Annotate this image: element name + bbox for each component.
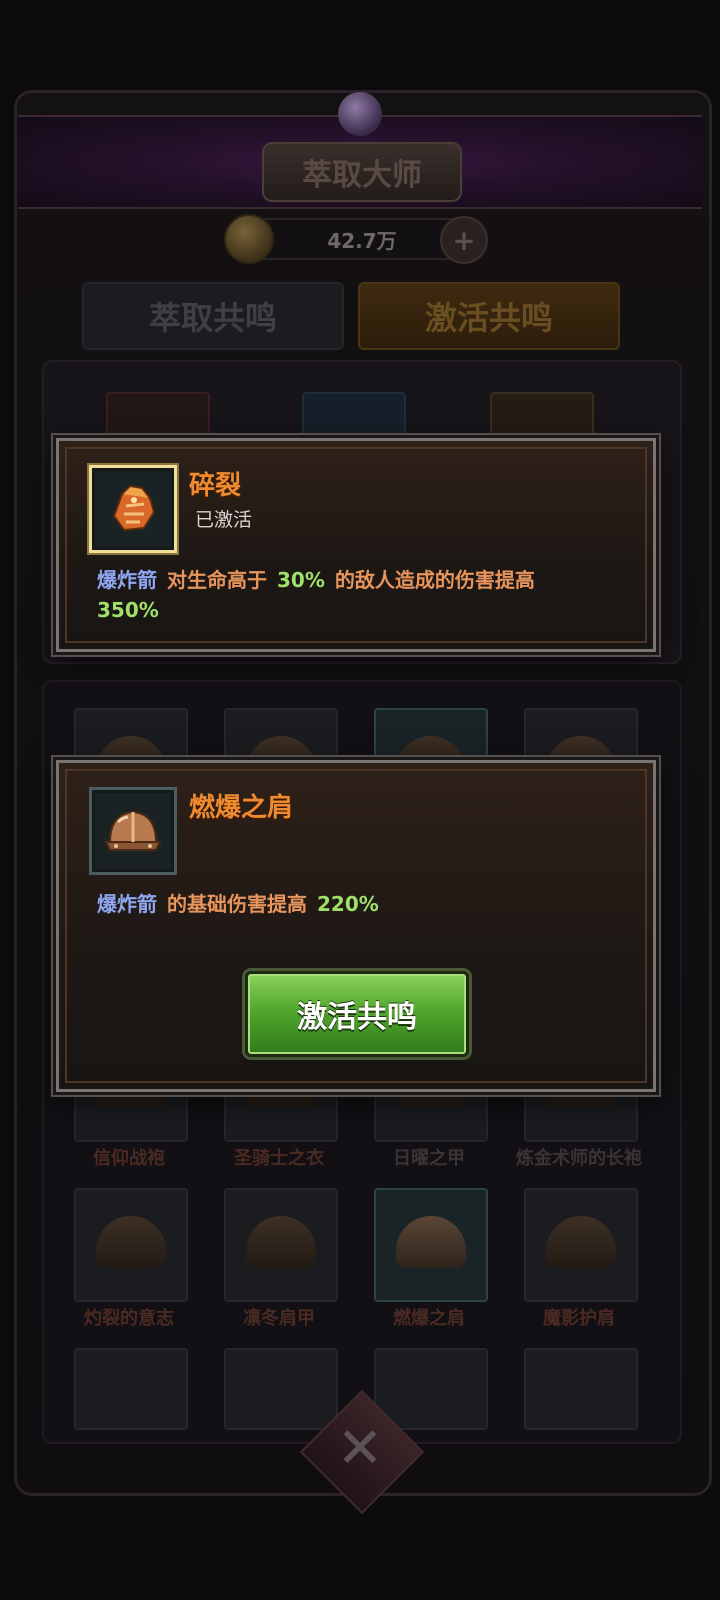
grid-slot[interactable] [224, 1348, 338, 1430]
card-title: 燃爆之肩 [189, 793, 294, 823]
gauntlet-icon [112, 484, 156, 532]
grid-slot-selected[interactable] [374, 1188, 488, 1302]
skill-keyword: 爆炸箭 [97, 892, 157, 916]
desc-value: 350% [97, 598, 159, 622]
grid-item-label: 灼裂的意志 [84, 1308, 174, 1329]
grid-slot[interactable] [524, 1348, 638, 1430]
grid-item-label: 日曜之甲 [393, 1148, 465, 1169]
grid-item-label: 信仰战袍 [93, 1148, 165, 1169]
plus-icon: + [452, 223, 476, 257]
card-status: 已激活 [195, 509, 253, 531]
grid-slot[interactable] [224, 1188, 338, 1302]
grid-item-label: 圣骑士之衣 [234, 1148, 324, 1169]
activate-resonance-button[interactable]: 激活共鸣 [245, 971, 469, 1057]
item-icon-frame [89, 465, 177, 553]
coin-icon [224, 214, 274, 264]
shoulder-icon [96, 1216, 166, 1268]
orb-icon [338, 92, 382, 136]
grid-slot[interactable] [74, 1348, 188, 1430]
grid-slot[interactable] [74, 1188, 188, 1302]
resonance-card-active: 碎裂 已激活 爆炸箭 对生命高于 30% 的敌人造成的伤害提高 350% [56, 438, 656, 652]
grid-item-label: 炼金术师的长袍 [516, 1148, 642, 1169]
card-description: 爆炸箭 对生命高于 30% 的敌人造成的伤害提高 350% [97, 565, 617, 625]
tab-extract-resonance[interactable]: 萃取共鸣 [82, 282, 344, 350]
grid-slot[interactable] [524, 1188, 638, 1302]
desc-text: 的敌人造成的伤害提高 [334, 568, 535, 592]
close-icon[interactable]: ✕ [330, 1416, 390, 1481]
grid-item-label: 魔影护肩 [543, 1308, 615, 1329]
desc-text: 的基础伤害提高 [167, 892, 307, 916]
grid-item-label: 燃爆之肩 [393, 1308, 465, 1329]
shoulder-icon [246, 1216, 316, 1268]
card-description: 爆炸箭 的基础伤害提高 220% [97, 889, 617, 919]
desc-value: 30% [277, 568, 325, 592]
desc-value: 220% [317, 892, 379, 916]
desc-text: 对生命高于 [167, 568, 267, 592]
item-icon-frame [89, 787, 177, 875]
card-title: 碎裂 [189, 471, 242, 501]
grid-item-label: 凛冬肩甲 [243, 1308, 315, 1329]
page-title: 萃取大师 [262, 142, 462, 202]
tab-activate-resonance[interactable]: 激活共鸣 [358, 282, 620, 350]
helmet-icon [396, 1216, 466, 1268]
helmet-icon [104, 810, 162, 851]
add-currency-button[interactable]: + [440, 216, 488, 264]
grid-slot[interactable] [374, 1348, 488, 1430]
shoulder-icon [546, 1216, 616, 1268]
skill-keyword: 爆炸箭 [97, 568, 157, 592]
resonance-card-inactive: 燃爆之肩 爆炸箭 的基础伤害提高 220% 激活共鸣 [56, 760, 656, 1092]
